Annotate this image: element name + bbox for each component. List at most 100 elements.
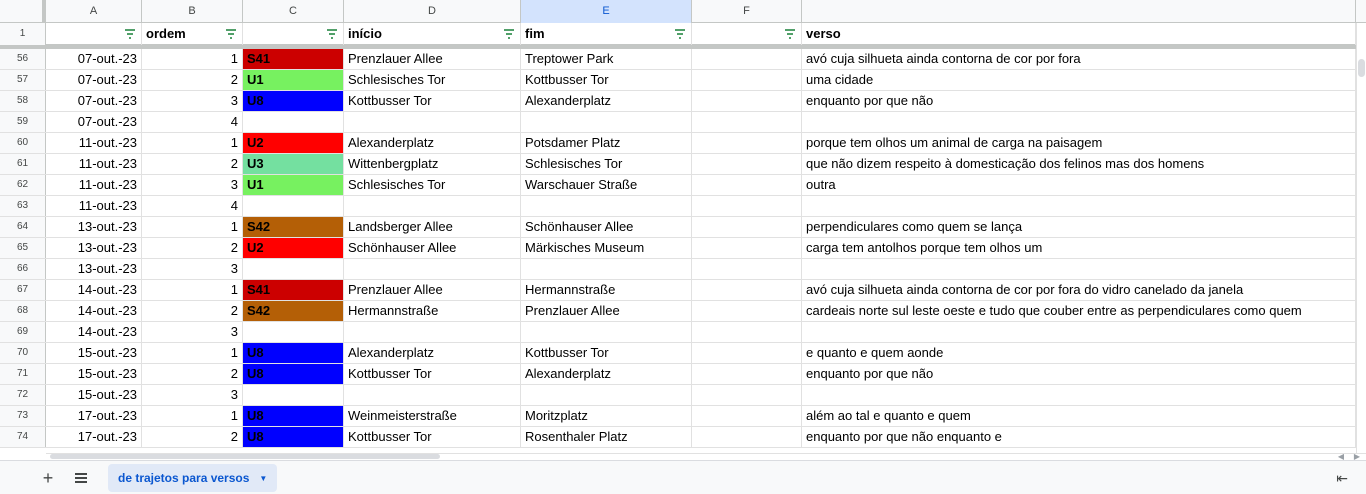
cell-inicio[interactable]: Weinmeisterstraße: [344, 406, 521, 426]
cell-linha[interactable]: S41: [243, 280, 344, 300]
cell-f[interactable]: [692, 154, 802, 174]
row-number[interactable]: 58: [0, 91, 46, 111]
cell-date[interactable]: 11-out.-23: [46, 175, 142, 195]
cell-ordem[interactable]: 4: [142, 112, 243, 132]
cell-ordem[interactable]: 2: [142, 238, 243, 258]
cell-inicio[interactable]: [344, 259, 521, 279]
cell-f[interactable]: [692, 280, 802, 300]
cell-fim[interactable]: Schönhauser Allee: [521, 217, 692, 237]
cell-f[interactable]: [692, 427, 802, 447]
cell-date[interactable]: 11-out.-23: [46, 133, 142, 153]
cell-date[interactable]: 11-out.-23: [46, 196, 142, 216]
cell-fim[interactable]: Warschauer Straße: [521, 175, 692, 195]
cell-verso[interactable]: enquanto por que não: [802, 364, 1356, 384]
cell-date[interactable]: 13-out.-23: [46, 259, 142, 279]
cell-fim[interactable]: Märkisches Museum: [521, 238, 692, 258]
cell-ordem[interactable]: 2: [142, 364, 243, 384]
cell-linha[interactable]: S42: [243, 301, 344, 321]
cell-inicio[interactable]: Schlesisches Tor: [344, 70, 521, 90]
row-number[interactable]: 65: [0, 238, 46, 258]
cell-ordem[interactable]: 1: [142, 133, 243, 153]
cell-verso[interactable]: [802, 112, 1356, 132]
cell-ordem[interactable]: 3: [142, 259, 243, 279]
cell-linha[interactable]: U8: [243, 427, 344, 447]
cell-f[interactable]: [692, 112, 802, 132]
cell-ordem[interactable]: 4: [142, 196, 243, 216]
plus-icon[interactable]: +: [38, 468, 58, 488]
cell-f[interactable]: [692, 91, 802, 111]
cell-inicio[interactable]: Schlesisches Tor: [344, 175, 521, 195]
cell-linha[interactable]: U8: [243, 91, 344, 111]
row-number[interactable]: 64: [0, 217, 46, 237]
cell-ordem[interactable]: 1: [142, 49, 243, 69]
cell-ordem[interactable]: 2: [142, 301, 243, 321]
cell-inicio[interactable]: Alexanderplatz: [344, 343, 521, 363]
row-number[interactable]: 67: [0, 280, 46, 300]
row-number[interactable]: 71: [0, 364, 46, 384]
cell-date[interactable]: 11-out.-23: [46, 154, 142, 174]
column-header-g[interactable]: [802, 0, 1356, 23]
cell-inicio[interactable]: [344, 196, 521, 216]
cell-ordem[interactable]: 2: [142, 154, 243, 174]
cell-ordem[interactable]: 3: [142, 322, 243, 342]
cell-fim[interactable]: Kottbusser Tor: [521, 343, 692, 363]
cell-inicio[interactable]: Hermannstraße: [344, 301, 521, 321]
cell-fim[interactable]: Moritzplatz: [521, 406, 692, 426]
cell-inicio[interactable]: Prenzlauer Allee: [344, 49, 521, 69]
cell-f[interactable]: [692, 238, 802, 258]
cell-fim[interactable]: Rosenthaler Platz: [521, 427, 692, 447]
vertical-scroll-thumb[interactable]: [1358, 59, 1365, 77]
cell-verso[interactable]: avó cuja silhueta ainda contorna de cor …: [802, 49, 1356, 69]
cell-date[interactable]: 07-out.-23: [46, 112, 142, 132]
cell-date[interactable]: 13-out.-23: [46, 217, 142, 237]
cell-inicio[interactable]: Wittenbergplatz: [344, 154, 521, 174]
row-number[interactable]: 62: [0, 175, 46, 195]
cell-verso[interactable]: outra: [802, 175, 1356, 195]
row-number[interactable]: 69: [0, 322, 46, 342]
chevron-down-icon[interactable]: ▼: [259, 465, 267, 493]
cell-verso[interactable]: carga tem antolhos porque tem olhos um: [802, 238, 1356, 258]
cell-fim[interactable]: Hermannstraße: [521, 280, 692, 300]
cell-date[interactable]: 14-out.-23: [46, 301, 142, 321]
cell-f[interactable]: [692, 385, 802, 405]
cell-linha[interactable]: U8: [243, 364, 344, 384]
column-header-d[interactable]: D: [344, 0, 521, 23]
cell-f[interactable]: [692, 343, 802, 363]
column-header-f[interactable]: F: [692, 0, 802, 23]
column-header-c[interactable]: C: [243, 0, 344, 23]
cell-date[interactable]: 17-out.-23: [46, 427, 142, 447]
cell-f[interactable]: [692, 133, 802, 153]
cell-fim[interactable]: [521, 196, 692, 216]
list-icon[interactable]: [71, 468, 91, 488]
cell-ordem[interactable]: 2: [142, 427, 243, 447]
row-number[interactable]: 72: [0, 385, 46, 405]
cell-fim[interactable]: [521, 322, 692, 342]
cell-verso[interactable]: [802, 259, 1356, 279]
cell-f[interactable]: [692, 217, 802, 237]
column-header-b[interactable]: B: [142, 0, 243, 23]
cell-date[interactable]: 15-out.-23: [46, 343, 142, 363]
cell-linha[interactable]: [243, 385, 344, 405]
cell-ordem[interactable]: 3: [142, 385, 243, 405]
cell-f[interactable]: [692, 322, 802, 342]
cell-f[interactable]: [692, 364, 802, 384]
cell-linha[interactable]: [243, 322, 344, 342]
row-number[interactable]: 66: [0, 259, 46, 279]
sheet-tab[interactable]: de trajetos para versos ▼: [108, 464, 278, 493]
cell-fim[interactable]: Schlesisches Tor: [521, 154, 692, 174]
cell-date[interactable]: 14-out.-23: [46, 280, 142, 300]
cell-fim[interactable]: Potsdamer Platz: [521, 133, 692, 153]
cell-fim[interactable]: [521, 259, 692, 279]
cell-inicio[interactable]: [344, 322, 521, 342]
cell-fim[interactable]: Alexanderplatz: [521, 91, 692, 111]
cell-fim[interactable]: Prenzlauer Allee: [521, 301, 692, 321]
cell-fim[interactable]: [521, 112, 692, 132]
cell-date[interactable]: 07-out.-23: [46, 91, 142, 111]
cell-date[interactable]: 15-out.-23: [46, 364, 142, 384]
cell-verso[interactable]: [802, 196, 1356, 216]
cell-inicio[interactable]: Schönhauser Allee: [344, 238, 521, 258]
row-number[interactable]: 56: [0, 49, 46, 69]
horizontal-scrollbar[interactable]: ◀ ▶: [46, 452, 1366, 461]
row-number[interactable]: 73: [0, 406, 46, 426]
cell-f[interactable]: [692, 196, 802, 216]
